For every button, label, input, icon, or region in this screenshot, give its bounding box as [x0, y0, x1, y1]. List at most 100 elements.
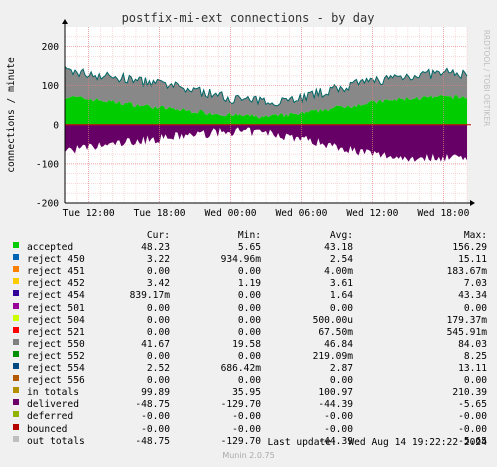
legend-swatch [13, 435, 19, 442]
legend-max: 8.25 [463, 350, 487, 362]
legend-max: 84.03 [458, 338, 487, 350]
legend-cur: 0.00 [146, 266, 170, 278]
legend-avg: 4.00m [324, 266, 353, 278]
legend-row: reject 452 3.42 1.19 3.61 7.03 [0, 278, 497, 290]
x-tick-label: Wed 00:00 [205, 208, 257, 219]
legend: Cur: Min: Avg: Max: accepted 48.23 5.65 43.… [0, 230, 497, 448]
y-tick-label: 200 [42, 42, 60, 53]
legend-swatch [13, 423, 19, 430]
legend-max: 0.00 [463, 302, 487, 314]
legend-label: reject 550 [27, 338, 85, 350]
x-tick-label: Wed 12:00 [346, 208, 398, 219]
legend-swatch [13, 363, 19, 370]
legend-swatch [13, 278, 19, 285]
legend-label: reject 504 [27, 314, 85, 326]
legend-avg: -0.00 [324, 411, 353, 423]
y-tick-label: -200 [36, 199, 59, 210]
legend-min: 19.58 [232, 338, 261, 350]
legend-max: 0.00 [463, 375, 487, 387]
legend-max: 43.34 [458, 290, 487, 302]
munin-graph: 200 100 0 -100 -200 Tue 12:00 Tue 18:00 Wed 00:… [0, 0, 497, 467]
legend-row: reject 521 0.00 0.00 67.50m 545.91m [0, 326, 497, 339]
legend-cur: -0.00 [141, 423, 170, 435]
legend-cur: 3.22 [146, 254, 170, 266]
legend-min: -129.70 [220, 399, 261, 411]
legend-row: reject 450 3.22 934.96m 2.54 15.11 [0, 254, 497, 266]
legend-avg: 67.50m [318, 326, 353, 338]
legend-min: 0.00 [237, 290, 261, 302]
legend-max: 183.67m [446, 266, 487, 278]
legend-label: reject 450 [27, 254, 85, 266]
legend-max: 156.29 [452, 242, 487, 254]
legend-label: reject 501 [27, 302, 85, 314]
legend-min: 0.00 [237, 375, 261, 387]
legend-swatch [13, 326, 19, 333]
legend-min: 0.00 [237, 314, 261, 326]
x-tick-label: Wed 06:00 [275, 208, 327, 219]
legend-max: 545.91m [446, 326, 487, 338]
legend-avg: 500.00u [312, 314, 353, 326]
legend-label: out totals [27, 435, 85, 447]
legend-row: deferred -0.00 -0.00 -0.00 -0.00 [0, 411, 497, 423]
y-tick-label: -100 [36, 159, 59, 170]
legend-max: 7.03 [463, 278, 487, 290]
legend-cur: -0.00 [141, 411, 170, 423]
legend-cur: 0.00 [146, 350, 170, 362]
legend-row: bounced -0.00 -0.00 -0.00 -0.00 [0, 423, 497, 436]
legend-avg: -0.00 [324, 423, 353, 435]
legend-avg: -44.39 [318, 399, 353, 411]
legend-row: reject 451 0.00 0.00 4.00m 183.67m [0, 266, 497, 278]
legend-label: reject 552 [27, 350, 85, 362]
legend-label: in totals [27, 387, 79, 399]
legend-max: 179.37m [446, 314, 487, 326]
legend-swatch [13, 399, 19, 406]
legend-min: 0.00 [237, 302, 261, 314]
legend-min: 1.19 [237, 278, 261, 290]
legend-min: 0.00 [237, 350, 261, 362]
legend-row: reject 454 839.17m 0.00 1.64 43.34 [0, 290, 497, 302]
legend-swatch [13, 266, 19, 273]
legend-min: 35.95 [232, 387, 261, 399]
legend-avg: 100.97 [318, 387, 353, 399]
legend-avg: 0.00 [329, 375, 353, 387]
legend-max: -0.00 [458, 411, 487, 423]
legend-cur: 0.00 [146, 314, 170, 326]
legend-min: -129.70 [220, 435, 261, 447]
x-tick-label: Tue 12:00 [63, 208, 115, 219]
legend-swatch [13, 254, 19, 261]
legend-row: reject 554 2.52 686.42m 2.87 13.11 [0, 363, 497, 375]
legend-cur: 99.89 [141, 387, 170, 399]
legend-swatch [13, 375, 19, 382]
legend-cur: 0.00 [146, 302, 170, 314]
legend-header-min: Min: [237, 230, 261, 241]
legend-label: reject 554 [27, 363, 85, 375]
y-axis-arrow [62, 19, 68, 24]
last-update: Last update: Wed Aug 14 19:22:22 2024 [267, 437, 488, 448]
legend-row: reject 556 0.00 0.00 0.00 0.00 [0, 375, 497, 387]
legend-cur: 839.17m [129, 290, 170, 302]
x-axis-arrow [470, 200, 475, 206]
legend-header-max: Max: [463, 230, 487, 241]
legend-cur: -48.75 [135, 435, 170, 447]
legend-avg: 46.84 [324, 338, 353, 350]
legend-label: delivered [27, 399, 79, 411]
legend-cur: 3.42 [146, 278, 170, 290]
legend-swatch [13, 338, 19, 345]
legend-row: reject 550 41.67 19.58 46.84 84.03 [0, 338, 497, 351]
legend-swatch [13, 314, 19, 321]
legend-avg: 43.18 [324, 242, 353, 254]
legend-label: deferred [27, 411, 74, 423]
legend-cur: 0.00 [146, 375, 170, 387]
legend-min: 686.42m [220, 363, 261, 375]
legend-cur: 41.67 [141, 338, 170, 350]
legend-min: 0.00 [237, 326, 261, 338]
legend-min: 934.96m [220, 254, 261, 266]
legend-row: delivered -48.75 -129.70 -44.39 -5.65 [0, 399, 497, 411]
legend-row: reject 552 0.00 0.00 219.09m 8.25 [0, 350, 497, 363]
legend-swatch [13, 350, 19, 357]
legend-label: reject 452 [27, 278, 85, 290]
legend-swatch [13, 387, 19, 394]
legend-cur: -48.75 [135, 399, 170, 411]
legend-label: reject 556 [27, 375, 85, 387]
legend-max: 13.11 [458, 363, 487, 375]
